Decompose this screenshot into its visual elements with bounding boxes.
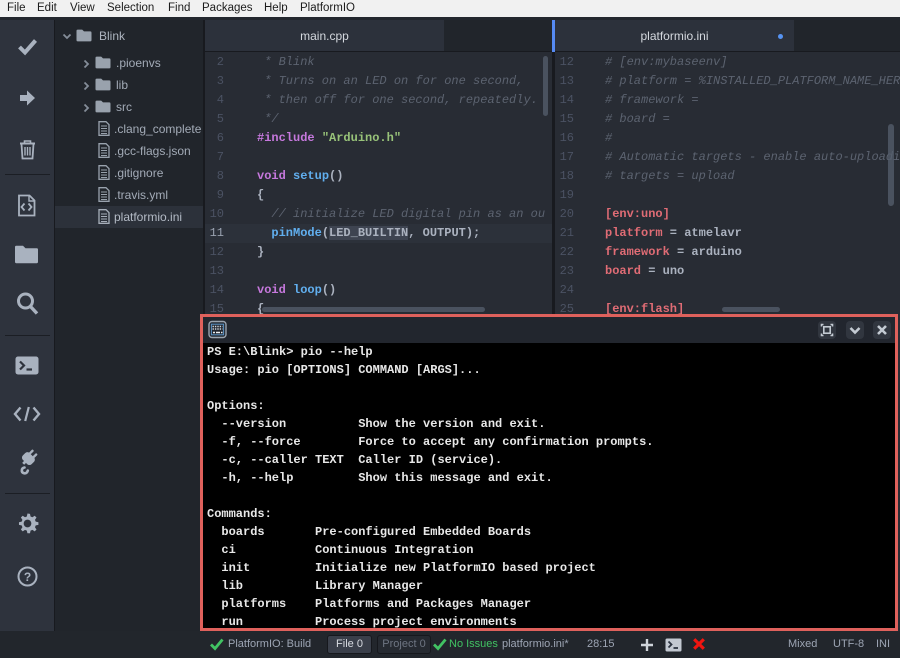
- svg-text:?: ?: [24, 570, 31, 584]
